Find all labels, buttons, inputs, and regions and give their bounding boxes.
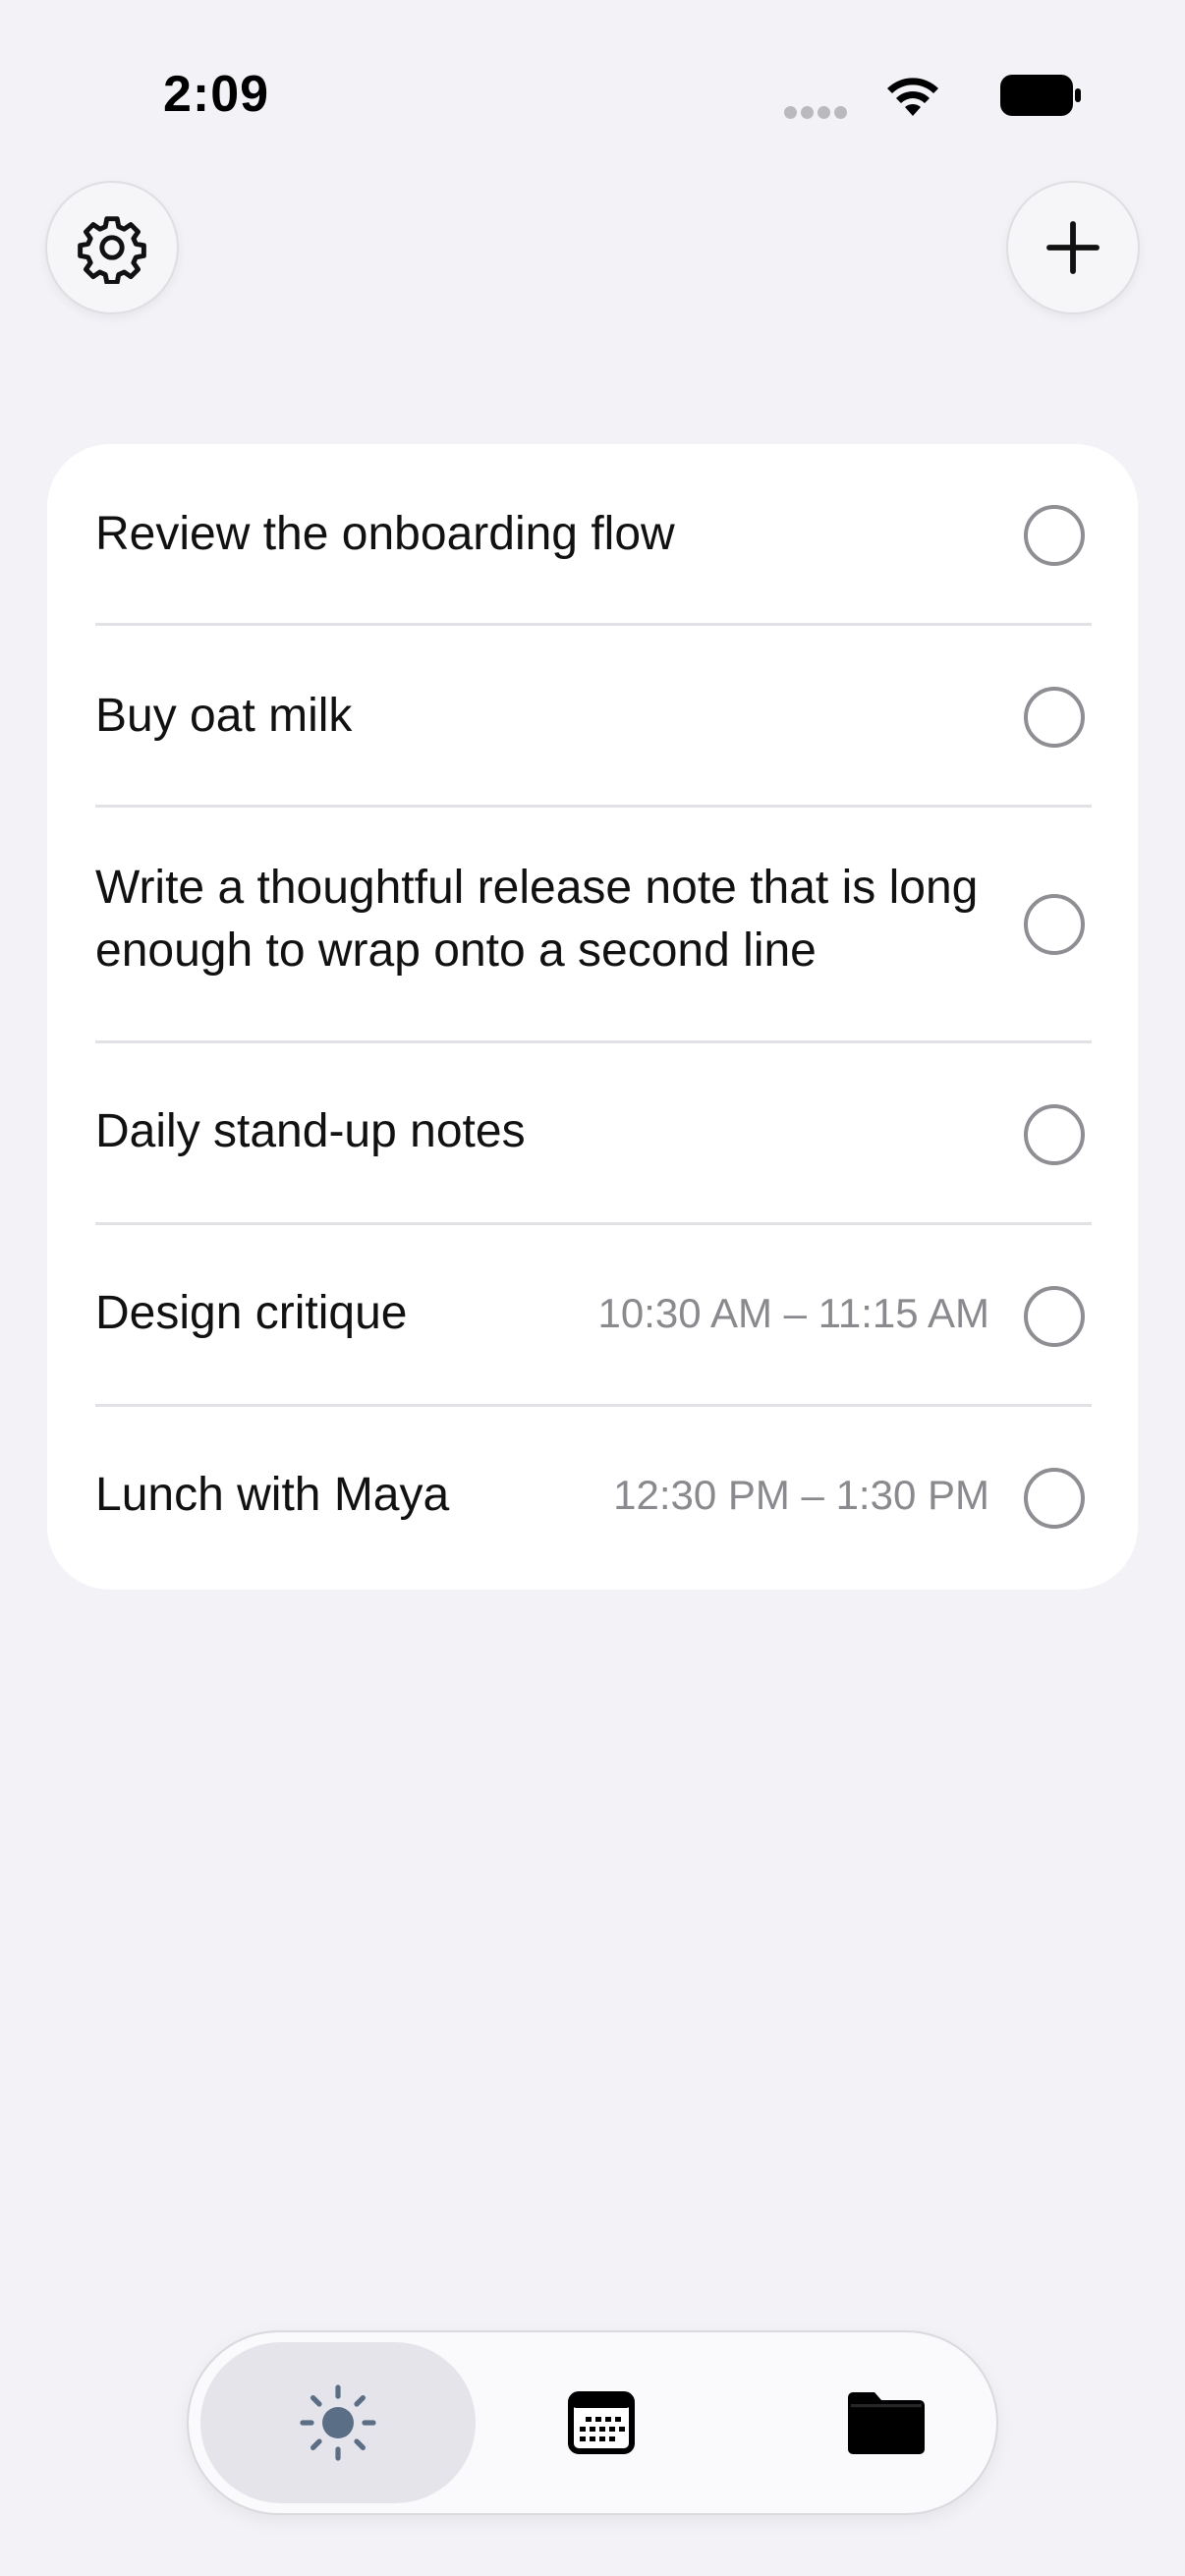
task-title: Design critique [95,1287,408,1339]
complete-checkbox[interactable] [1024,894,1085,955]
task-title: Review the onboarding flow [95,508,675,560]
wifi-icon [887,78,938,116]
task-time: 10:30 AM – 11:15 AM [597,1290,990,1336]
task-row[interactable]: Design critique 10:30 AM – 11:15 AM [47,1225,1138,1405]
status-indicators [688,71,1081,120]
task-row[interactable]: Review the onboarding flow [47,444,1138,625]
task-title: Lunch with Maya [95,1469,450,1521]
cellular-signal-icon [784,106,847,120]
complete-checkbox[interactable] [1024,1104,1085,1165]
task-title: Buy oat milk [95,690,353,742]
tab-today[interactable] [200,2342,476,2503]
task-list: Review the onboarding flow Buy oat milk … [47,444,1138,1590]
sun-icon [300,2384,376,2461]
task-title: Write a thoughtful release note that is … [95,862,979,977]
task-row[interactable]: Buy oat milk [47,626,1138,806]
gear-icon [78,216,146,284]
task-time: 12:30 PM – 1:30 PM [613,1472,989,1518]
settings-button[interactable] [45,181,179,314]
plus-icon [1046,221,1100,274]
tab-folder[interactable] [768,2342,1004,2503]
task-row[interactable]: Lunch with Maya 12:30 PM – 1:30 PM [47,1407,1138,1590]
complete-checkbox[interactable] [1024,505,1085,566]
battery-icon [1000,75,1081,116]
screen: 2:09 Review the onboarding flow Buy oat … [0,0,1185,2576]
task-title: Daily stand-up notes [95,1105,526,1157]
status-time: 2:09 [163,66,270,123]
task-row[interactable]: Daily stand-up notes [47,1043,1138,1223]
calendar-icon [568,2391,635,2454]
complete-checkbox[interactable] [1024,687,1085,748]
complete-checkbox[interactable] [1024,1286,1085,1347]
folder-icon [848,2392,925,2454]
task-row[interactable]: Write a thoughtful release note that is … [47,808,1138,1041]
tab-calendar[interactable] [483,2342,719,2503]
add-task-button[interactable] [1006,181,1140,314]
tab-bar [187,2330,998,2515]
complete-checkbox[interactable] [1024,1468,1085,1529]
